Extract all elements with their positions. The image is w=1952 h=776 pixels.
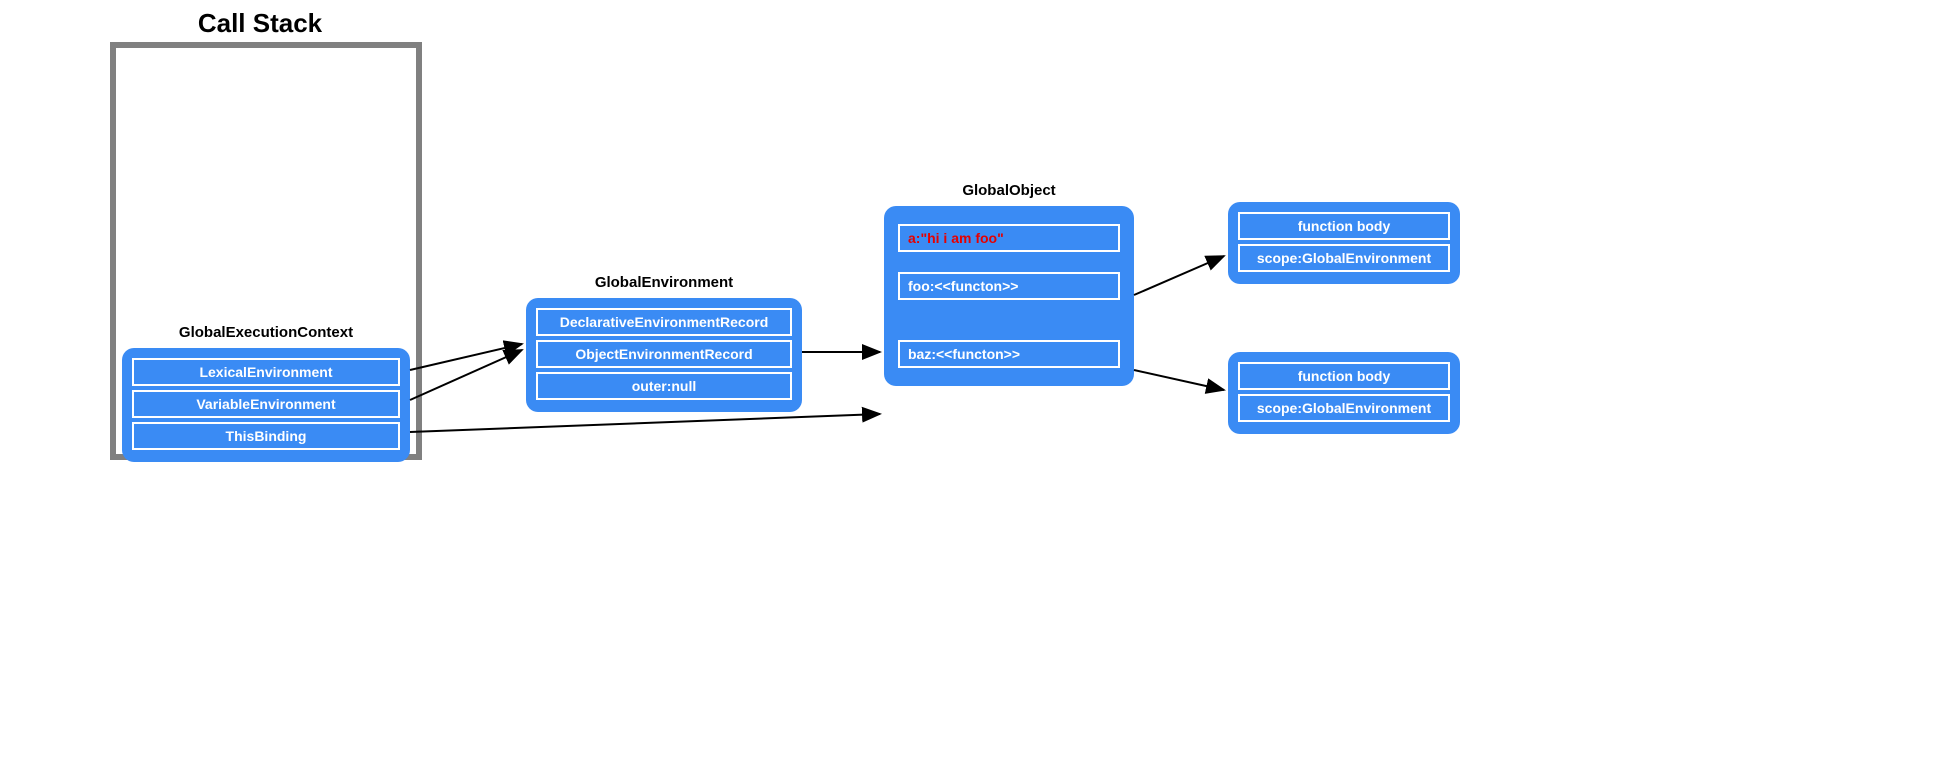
arrow-lexical-to-globalenv <box>410 344 522 370</box>
global-environment-box: GlobalEnvironment DeclarativeEnvironment… <box>526 298 802 412</box>
globalobj-row-foo: foo:<<functon>> <box>898 272 1120 300</box>
gec-title: GlobalExecutionContext <box>122 324 410 341</box>
arrow-foo-to-funcbox <box>1134 256 1224 295</box>
call-stack-title: Call Stack <box>110 8 410 39</box>
gec-row-lexical: LexicalEnvironment <box>132 358 400 386</box>
globalenv-row-declarative: DeclarativeEnvironmentRecord <box>536 308 792 336</box>
func-baz-body: function body <box>1238 362 1450 390</box>
func-foo-body: function body <box>1238 212 1450 240</box>
gec-row-this: ThisBinding <box>132 422 400 450</box>
function-foo-box: function body scope:GlobalEnvironment <box>1228 202 1460 284</box>
gec-row-variable: VariableEnvironment <box>132 390 400 418</box>
global-object-title: GlobalObject <box>884 182 1134 199</box>
arrow-this-to-globalobj <box>410 414 880 432</box>
function-baz-box: function body scope:GlobalEnvironment <box>1228 352 1460 434</box>
global-environment-title: GlobalEnvironment <box>526 274 802 291</box>
globalenv-row-object: ObjectEnvironmentRecord <box>536 340 792 368</box>
globalobj-row-a: a:"hi i am foo" <box>898 224 1120 252</box>
global-object-box: GlobalObject a:"hi i am foo" foo:<<funct… <box>884 206 1134 386</box>
global-execution-context-box: GlobalExecutionContext LexicalEnvironmen… <box>122 348 410 462</box>
func-foo-scope: scope:GlobalEnvironment <box>1238 244 1450 272</box>
arrow-variable-to-globalenv <box>410 350 522 400</box>
arrow-baz-to-funcbox <box>1134 370 1224 390</box>
globalobj-row-baz: baz:<<functon>> <box>898 340 1120 368</box>
func-baz-scope: scope:GlobalEnvironment <box>1238 394 1450 422</box>
globalenv-row-outer: outer:null <box>536 372 792 400</box>
